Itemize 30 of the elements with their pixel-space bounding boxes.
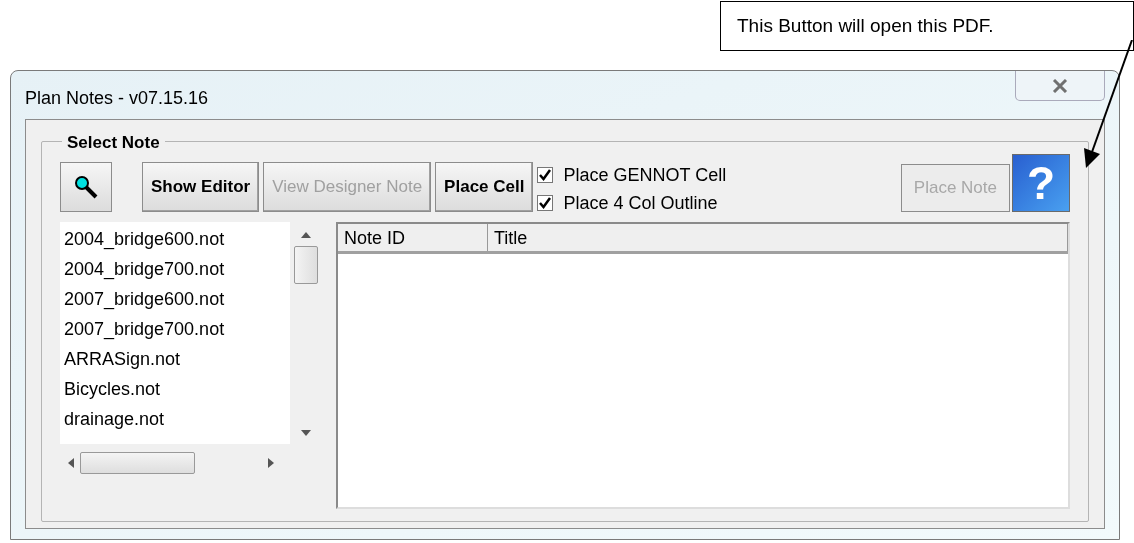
checkbox[interactable] — [537, 195, 554, 211]
file-list-item[interactable]: 2007_bridge700.not — [64, 314, 290, 344]
search-icon — [73, 174, 99, 200]
toolbar-button[interactable]: Show Editor — [142, 162, 260, 212]
close-button[interactable] — [1015, 71, 1105, 101]
file-list-item[interactable]: ARRASign.not — [64, 344, 290, 374]
check-icon — [539, 197, 552, 209]
checkbox-label: Place GENNOT Cell — [563, 163, 727, 187]
file-list-item[interactable]: drainage.not — [64, 404, 290, 434]
file-list-item[interactable]: Bicycles.not — [64, 374, 290, 404]
down-arrow-icon — [301, 430, 311, 436]
search-button[interactable] — [60, 162, 112, 212]
callout-box: This Button will open this PDF. — [720, 1, 1134, 51]
right-arrow-icon — [268, 458, 274, 468]
check-icon — [539, 169, 552, 181]
close-icon — [1052, 78, 1068, 93]
scroll-thumb[interactable] — [80, 452, 195, 474]
left-arrow-icon — [68, 458, 74, 468]
checkbox-label: Place 4 Col Outline — [563, 191, 718, 215]
column-header[interactable]: Title — [488, 224, 1068, 251]
file-list-item[interactable]: 2004_bridge700.not — [64, 254, 290, 284]
toolbar-button[interactable]: Place Cell — [435, 162, 534, 212]
file-list-item[interactable]: 2004_bridge600.not — [64, 224, 290, 254]
scroll-thumb[interactable] — [294, 246, 318, 284]
checkbox[interactable] — [537, 167, 554, 183]
file-list-item[interactable]: 2007_bridge600.not — [64, 284, 290, 314]
window-title: Plan Notes - v07.15.16 — [25, 87, 209, 110]
column-header[interactable]: Note ID — [338, 224, 488, 251]
up-arrow-icon — [301, 232, 311, 238]
help-button[interactable]: ? — [1012, 154, 1070, 212]
